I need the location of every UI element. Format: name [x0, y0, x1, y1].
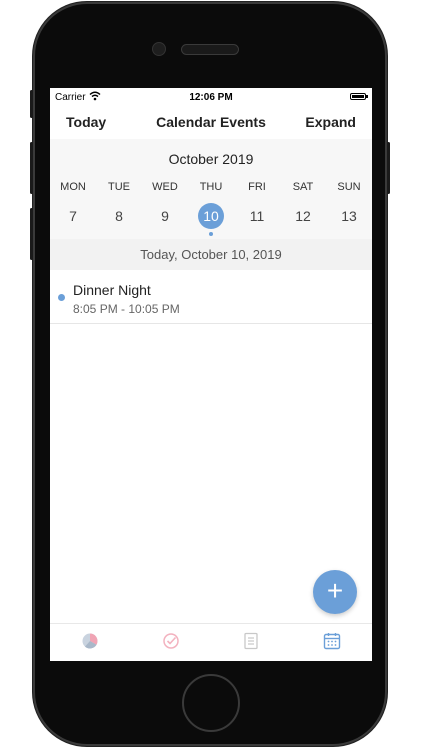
document-icon — [243, 632, 259, 655]
day-cell-selected[interactable]: 10 — [188, 203, 234, 236]
weekday-label: SUN — [337, 181, 361, 193]
day-cell[interactable]: 9 — [142, 203, 188, 231]
event-title: Dinner Night — [73, 282, 151, 298]
home-button[interactable] — [182, 674, 240, 732]
event-time: 8:05 PM - 10:05 PM — [73, 302, 180, 316]
weekday-label: FRI — [248, 181, 266, 193]
day-number: 10 — [198, 203, 224, 229]
front-camera — [152, 42, 166, 56]
month-label: October 2019 — [168, 151, 254, 167]
selected-date-header: Today, October 10, 2019 — [50, 239, 372, 270]
day-cell[interactable]: 7 — [50, 203, 96, 231]
power-button — [387, 142, 390, 194]
tab-notes[interactable] — [211, 624, 292, 661]
weekday-label: WED — [152, 181, 178, 193]
tab-stats[interactable] — [50, 624, 131, 661]
tab-bar — [50, 623, 372, 661]
volume-up-button — [30, 142, 33, 194]
tab-tasks[interactable] — [131, 624, 212, 661]
day-cell[interactable]: 12 — [280, 203, 326, 231]
day-number: 7 — [69, 208, 77, 224]
calendar-icon — [323, 632, 341, 655]
app-screen: Carrier 12:06 PM Today Calendar Events E… — [50, 88, 372, 661]
expand-button[interactable]: Expand — [305, 114, 356, 130]
weekday-label: MON — [60, 181, 86, 193]
day-cell[interactable]: 13 — [326, 203, 372, 231]
day-number: 11 — [249, 208, 265, 224]
weekday-label: THU — [199, 181, 223, 193]
navigation-bar: Today Calendar Events Expand — [50, 106, 372, 138]
earpiece-speaker — [181, 44, 239, 55]
weekday-label: TUE — [108, 181, 130, 193]
battery-icon — [350, 93, 368, 100]
day-number: 13 — [341, 208, 357, 224]
volume-down-button — [30, 208, 33, 260]
day-cell[interactable]: 8 — [96, 203, 142, 231]
event-bullet — [58, 294, 65, 301]
day-number: 12 — [295, 208, 311, 224]
day-number: 8 — [115, 208, 123, 224]
tab-calendar[interactable] — [292, 624, 373, 661]
pie-chart-icon — [81, 632, 99, 655]
day-number: 9 — [161, 208, 169, 224]
event-list-item[interactable]: Dinner Night 8:05 PM - 10:05 PM — [50, 270, 372, 324]
status-time: 12:06 PM — [189, 92, 233, 103]
day-row: 7 8 9 10 11 12 13 — [50, 203, 372, 236]
status-bar: Carrier 12:06 PM — [50, 88, 372, 106]
week-calendar: October 2019 MON TUE WED THU FRI SAT SUN… — [50, 139, 372, 239]
day-cell[interactable]: 11 — [234, 203, 280, 231]
check-circle-icon — [162, 632, 180, 655]
add-event-button[interactable]: + — [313, 570, 357, 614]
weekday-label: SAT — [292, 181, 314, 193]
mute-switch — [30, 90, 33, 118]
weekday-row: MON TUE WED THU FRI SAT SUN — [50, 181, 372, 193]
event-indicator-dot — [209, 232, 213, 236]
